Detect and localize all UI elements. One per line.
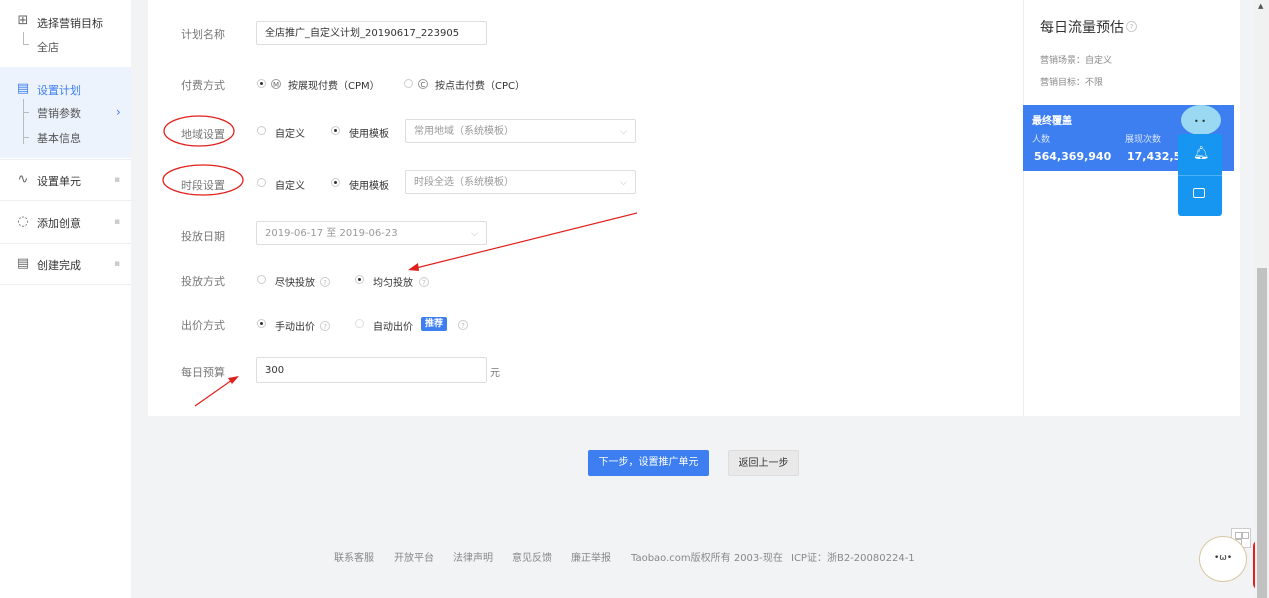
region-highlight-circle [163,115,235,147]
annotation-overlay [162,115,638,407]
arrow-head [408,263,419,271]
arrow-head [228,376,239,384]
annotation-arrow [194,379,233,407]
time-highlight-circle [162,164,244,196]
annotation-arrow [415,212,638,269]
